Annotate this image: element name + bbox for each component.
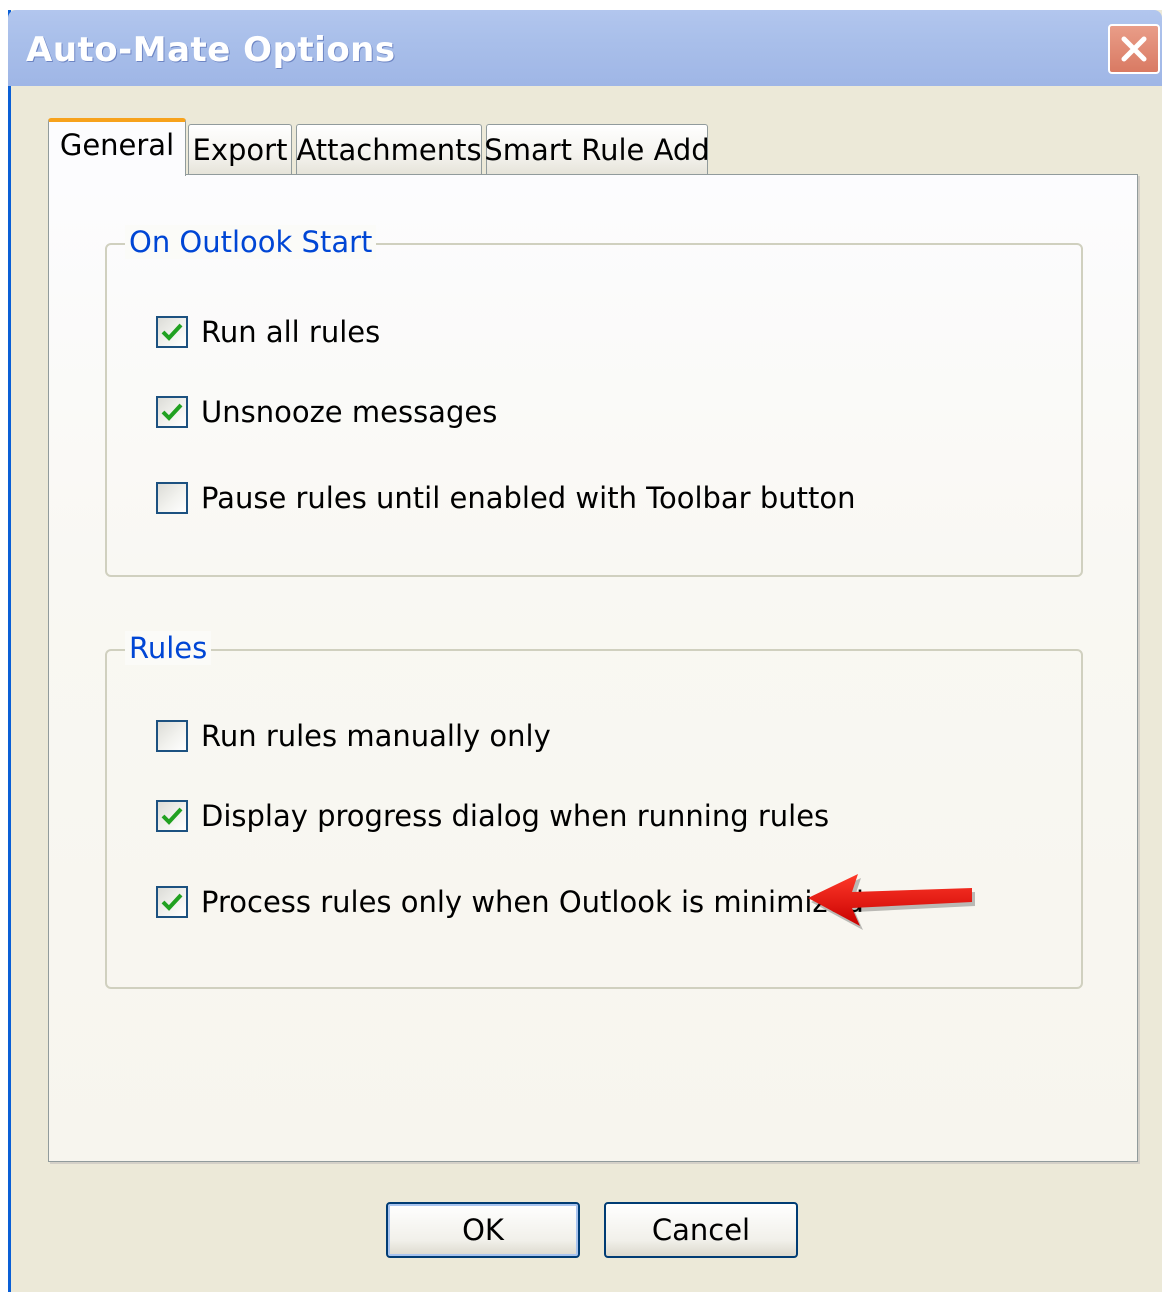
checkmark-icon bbox=[161, 893, 183, 911]
tab-general-label: General bbox=[59, 128, 175, 162]
red-arrow-icon bbox=[808, 874, 975, 930]
ok-button[interactable]: OK bbox=[386, 1202, 580, 1258]
checkbox-unsnooze-messages[interactable]: Unsnooze messages bbox=[156, 395, 497, 429]
close-button[interactable] bbox=[1108, 24, 1160, 74]
checkbox-label: Display progress dialog when running rul… bbox=[201, 799, 830, 833]
checkbox-label: Run rules manually only bbox=[201, 719, 551, 753]
checkbox-label: Pause rules until enabled with Toolbar b… bbox=[201, 481, 856, 515]
checkbox-run-rules-manually[interactable]: Run rules manually only bbox=[156, 719, 551, 753]
checkbox-run-all-rules[interactable]: Run all rules bbox=[156, 315, 380, 349]
group-on-outlook-start-legend: On Outlook Start bbox=[125, 225, 377, 259]
checkbox-display-progress[interactable]: Display progress dialog when running rul… bbox=[156, 799, 829, 833]
checkbox-label: Unsnooze messages bbox=[201, 395, 498, 429]
checkbox-box[interactable] bbox=[156, 316, 188, 348]
checkmark-icon bbox=[161, 403, 183, 421]
tab-smart-rule-add[interactable]: Smart Rule Add bbox=[484, 124, 710, 174]
tab-export-label: Export bbox=[192, 132, 288, 167]
checkbox-label: Run all rules bbox=[201, 315, 381, 349]
checkbox-box[interactable] bbox=[156, 800, 188, 832]
title-bar: Auto-Mate Options bbox=[8, 10, 1162, 86]
tab-export[interactable]: Export bbox=[188, 124, 292, 174]
checkbox-process-rules-minimized[interactable]: Process rules only when Outlook is minim… bbox=[156, 885, 864, 919]
checkbox-box[interactable] bbox=[156, 720, 188, 752]
tab-attachments[interactable]: Attachments bbox=[296, 124, 482, 174]
ok-button-label: OK bbox=[462, 1213, 504, 1247]
checkbox-box[interactable] bbox=[156, 886, 188, 918]
cancel-button-label: Cancel bbox=[651, 1213, 751, 1247]
tab-attachments-label: Attachments bbox=[296, 132, 482, 167]
tab-general[interactable]: General bbox=[48, 118, 186, 176]
checkmark-icon bbox=[161, 807, 183, 825]
window-title: Auto-Mate Options bbox=[26, 30, 396, 70]
checkbox-pause-rules[interactable]: Pause rules until enabled with Toolbar b… bbox=[156, 481, 855, 515]
close-icon bbox=[1121, 36, 1147, 62]
checkmark-icon bbox=[161, 323, 183, 341]
tab-smart-rule-add-label: Smart Rule Add bbox=[484, 132, 710, 167]
group-rules-legend: Rules bbox=[125, 631, 212, 665]
checkbox-label: Process rules only when Outlook is minim… bbox=[201, 885, 864, 919]
checkbox-box[interactable] bbox=[156, 482, 188, 514]
cancel-button[interactable]: Cancel bbox=[604, 1202, 798, 1258]
checkbox-box[interactable] bbox=[156, 396, 188, 428]
tab-panel-general: On Outlook Start Run all rules Unsnooze … bbox=[48, 174, 1138, 1162]
